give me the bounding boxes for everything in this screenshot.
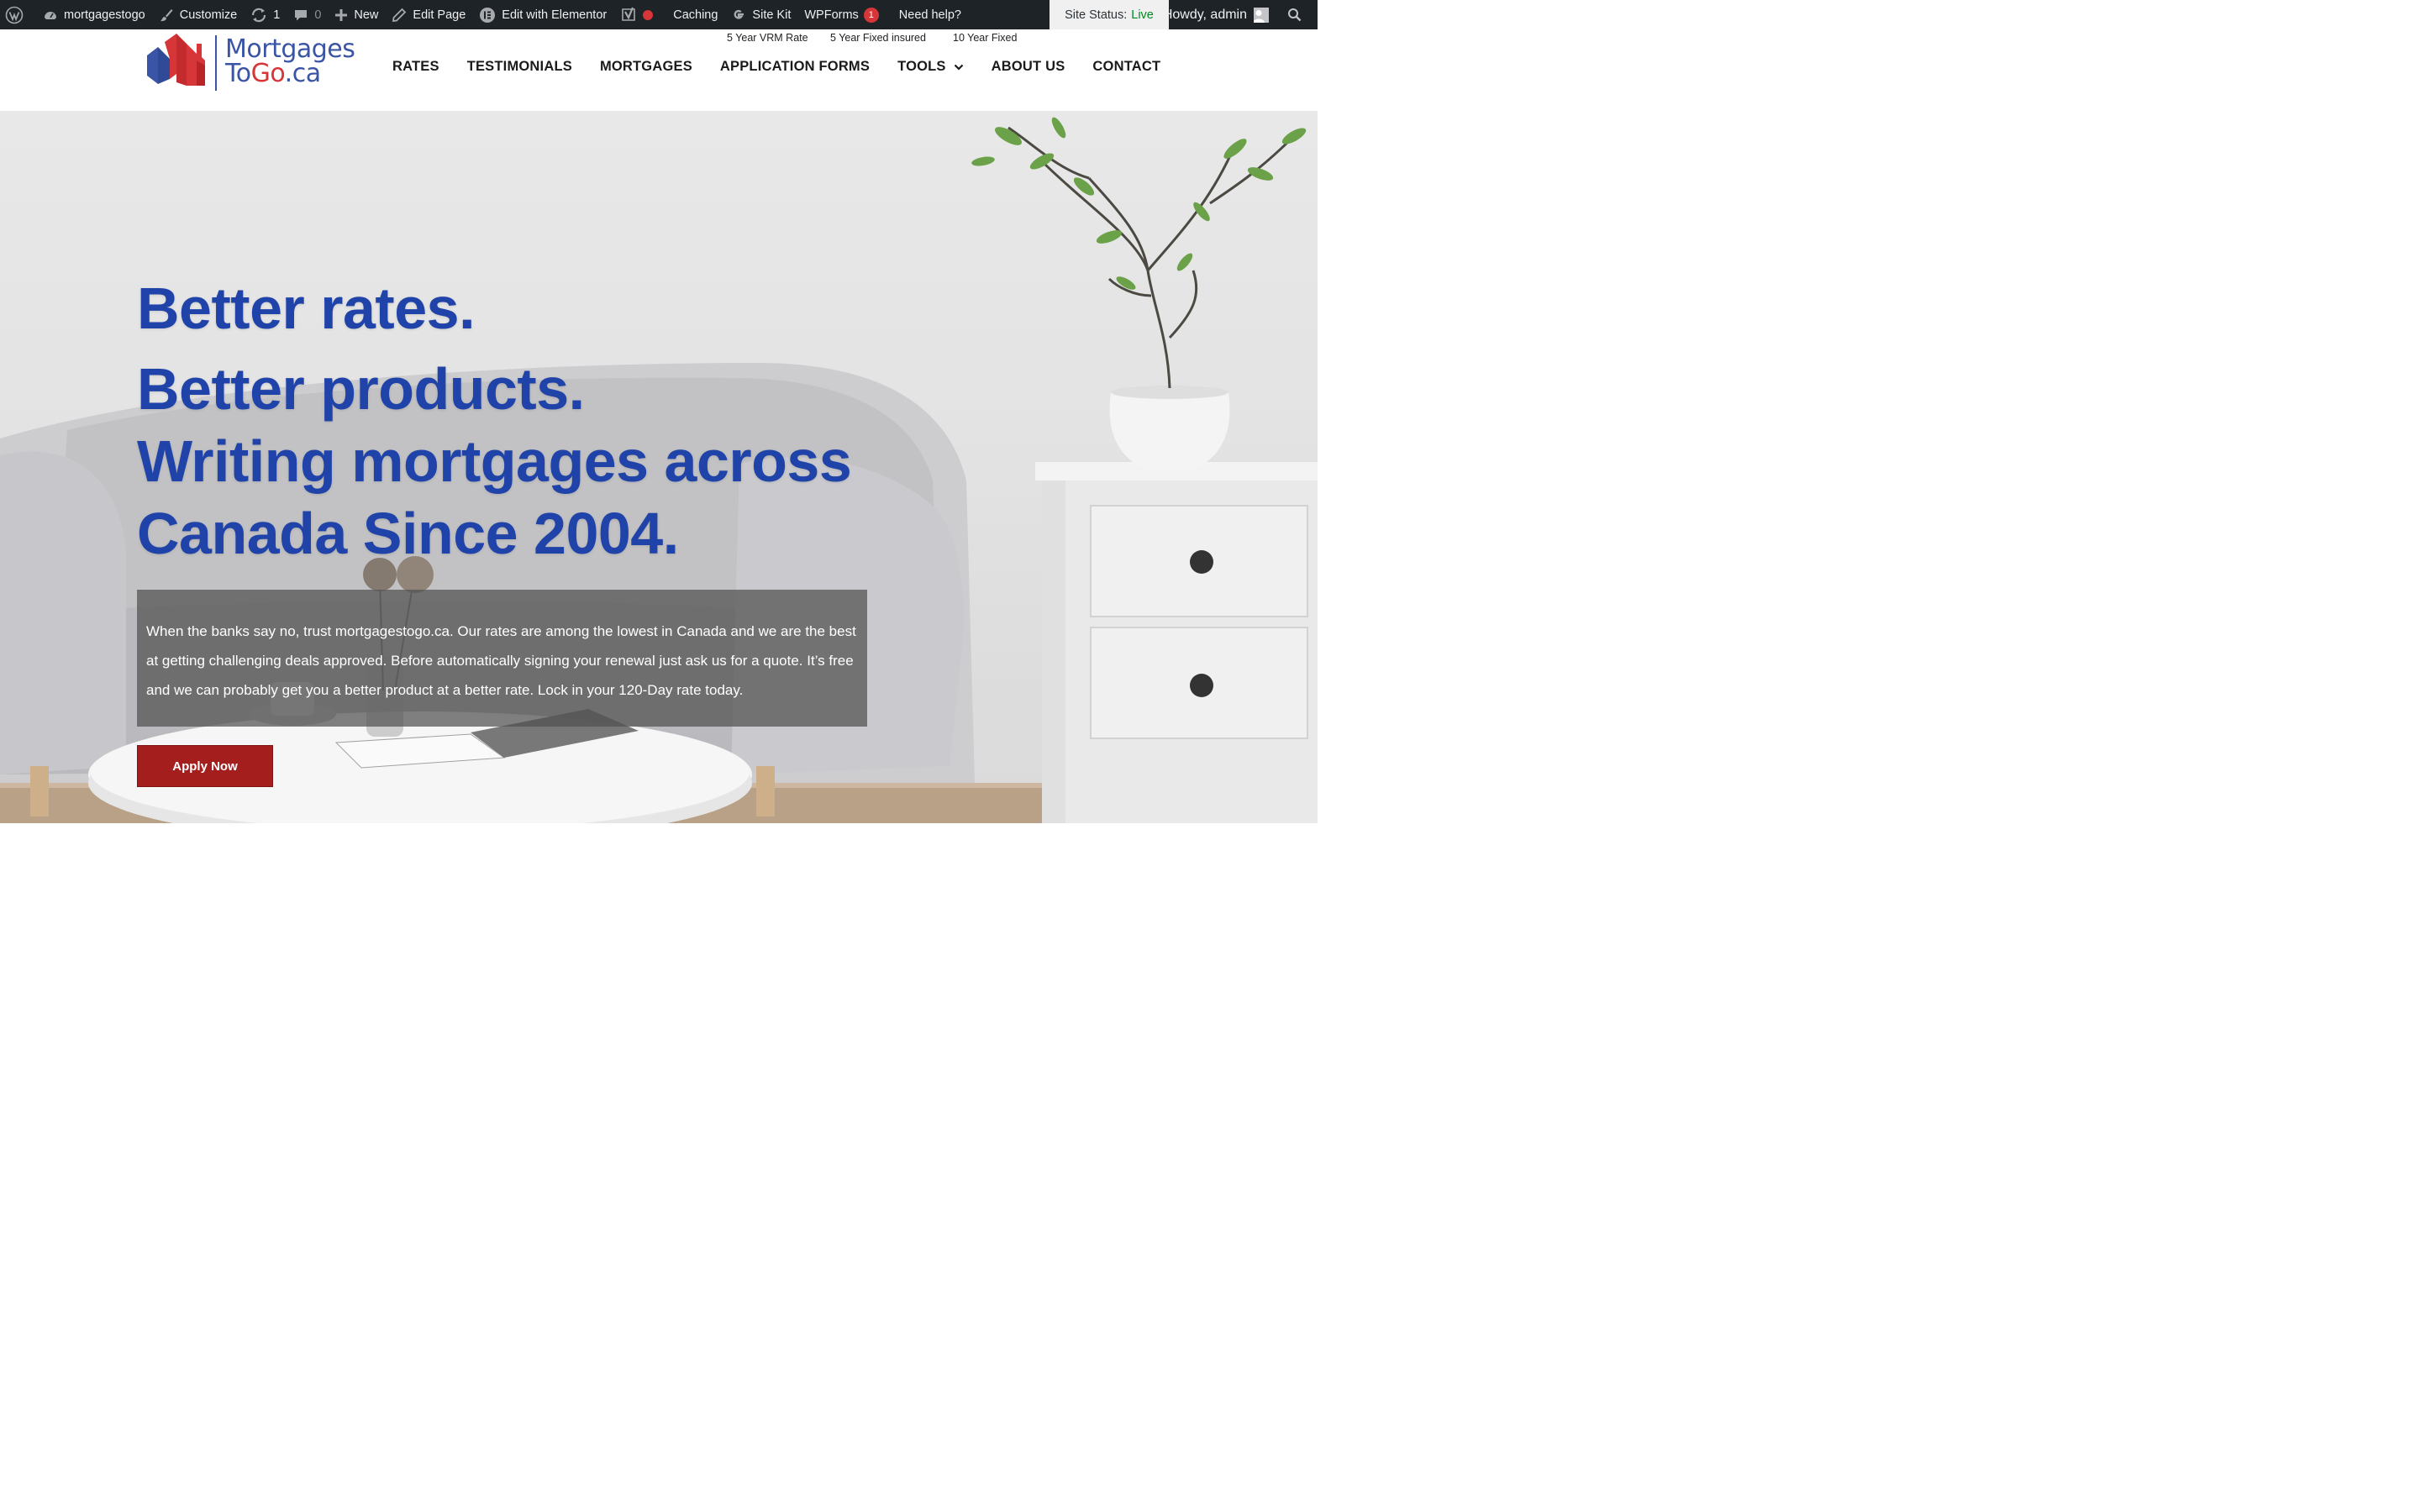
headline-line-2: Better products. — [137, 356, 585, 422]
rate-link-10yr-fixed[interactable]: 10 Year Fixed — [953, 32, 1017, 44]
chevron-down-icon — [954, 64, 963, 71]
admin-search-button[interactable] — [1281, 0, 1318, 29]
site-header: Mortgages ToGo.ca 5 Year VRM Rate 5 Year… — [0, 29, 1318, 111]
site-status-indicator[interactable]: Site Status: Live — [1050, 0, 1169, 29]
customize-label: Customize — [179, 8, 238, 22]
site-name-menu[interactable]: mortgagestogo — [36, 0, 152, 29]
comments-count: 0 — [314, 8, 322, 22]
logo-divider — [215, 35, 217, 91]
apply-now-button[interactable]: Apply Now — [137, 745, 273, 787]
site-logo[interactable]: Mortgages ToGo.ca — [145, 32, 371, 92]
site-kit-menu[interactable]: Site Kit — [724, 0, 797, 29]
hero-section: Better rates. Better products. Writing m… — [0, 111, 1318, 823]
nav-tools[interactable]: TOOLS — [897, 59, 964, 75]
logo-wordmark: Mortgages ToGo.ca — [225, 34, 355, 88]
nav-testimonials[interactable]: TESTIMONIALS — [467, 59, 572, 75]
paintbrush-icon — [160, 8, 173, 21]
howdy-label: Howdy, admin — [1162, 7, 1247, 22]
site-status-value: Live — [1131, 8, 1154, 22]
comment-icon — [295, 9, 308, 20]
logo-ca: .ca — [284, 59, 321, 88]
new-label: New — [354, 8, 379, 22]
yoast-seo-menu[interactable] — [613, 0, 660, 29]
seo-status-dot — [643, 9, 654, 20]
my-account-menu[interactable]: Howdy, admin — [1156, 0, 1281, 29]
updates-link[interactable]: 1 — [244, 0, 287, 29]
yoast-icon — [622, 7, 636, 21]
search-icon — [1288, 8, 1302, 22]
caching-label: Caching — [673, 8, 718, 22]
wpforms-menu[interactable]: WPForms 1 — [797, 0, 885, 29]
wordpress-icon — [5, 6, 24, 24]
headline-line-4: Canada Since 2004. — [137, 501, 679, 566]
nav-rates[interactable]: RATES — [392, 59, 439, 75]
nav-tools-label: TOOLS — [897, 59, 946, 74]
need-help-link[interactable]: Need help? — [886, 0, 968, 29]
nav-application-forms[interactable]: APPLICATION FORMS — [720, 59, 870, 75]
hero-description: When the banks say no, trust mortgagesto… — [146, 623, 856, 698]
wpforms-badge: 1 — [863, 7, 879, 23]
need-help-label: Need help? — [898, 8, 961, 22]
wpforms-label: WPForms — [804, 8, 859, 22]
logo-to: To — [225, 59, 251, 88]
edit-page-label: Edit Page — [413, 8, 466, 22]
caching-menu[interactable]: Caching — [660, 0, 724, 29]
comments-link[interactable]: 0 — [287, 0, 328, 29]
logo-go: Go — [250, 59, 286, 88]
updates-count: 1 — [273, 8, 281, 22]
wordpress-logo-menu[interactable] — [0, 0, 36, 29]
rate-link-5yr-vrm[interactable]: 5 Year VRM Rate — [727, 32, 808, 44]
headline-line-1: Better rates. — [137, 276, 476, 341]
site-name-label: mortgagestogo — [64, 8, 145, 22]
house-logo-icon — [147, 34, 205, 86]
user-silhouette-icon — [1254, 9, 1265, 23]
rate-link-5yr-fixed-insured[interactable]: 5 Year Fixed insured — [830, 32, 926, 44]
hero-description-box: When the banks say no, trust mortgagesto… — [137, 590, 867, 727]
google-g-icon — [734, 9, 744, 19]
customize-link[interactable]: Customize — [152, 0, 245, 29]
pencil-icon — [392, 8, 407, 22]
dashboard-icon — [45, 11, 56, 19]
avatar — [1254, 7, 1269, 23]
main-navigation: RATES TESTIMONIALS MORTGAGES APPLICATION… — [392, 59, 1188, 75]
new-content-menu[interactable]: New — [328, 0, 385, 29]
updates-icon — [252, 8, 266, 22]
edit-with-elementor-link[interactable]: Edit with Elementor — [472, 0, 613, 29]
headline-line-3: Writing mortgages across — [137, 428, 852, 494]
edit-elementor-label: Edit with Elementor — [502, 8, 608, 22]
nav-contact[interactable]: CONTACT — [1092, 59, 1160, 75]
admin-bar-right: Howdy, admin — [1156, 0, 1318, 29]
site-status-label: Site Status: — [1065, 8, 1128, 22]
plus-icon — [335, 8, 348, 21]
logo-line-1: Mortgages — [225, 34, 355, 64]
logo-line-2: ToGo.ca — [225, 59, 355, 88]
nav-about-us[interactable]: ABOUT US — [992, 59, 1065, 75]
elementor-icon — [480, 7, 496, 23]
site-kit-label: Site Kit — [752, 8, 792, 22]
edit-page-link[interactable]: Edit Page — [385, 0, 472, 29]
nav-mortgages[interactable]: MORTGAGES — [600, 59, 692, 75]
